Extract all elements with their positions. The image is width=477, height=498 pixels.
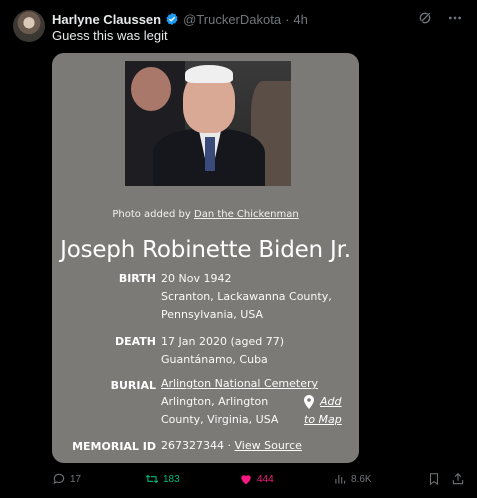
birth-label: BIRTH: [118, 272, 156, 285]
death-date: 17 Jan 2020 (aged 77): [161, 335, 284, 348]
memorial-id: 267327344: [161, 439, 224, 452]
memorial-full-name: Joseph Robinette Biden Jr.: [60, 237, 351, 263]
author-handle[interactable]: @TruckerDakota: [183, 12, 281, 27]
add-to-map-line2: to Map: [304, 413, 342, 426]
bookmark-icon: [429, 473, 439, 486]
memorial-separator: ·: [227, 439, 232, 452]
like-count: 444: [257, 473, 274, 485]
birth-place-line2: Pennsylvania, USA: [161, 308, 264, 321]
share-icon: [452, 473, 464, 485]
views-count: 8.6K: [351, 473, 372, 485]
bookmark-button[interactable]: [427, 472, 441, 486]
burial-place-line1: Arlington, Arlington: [161, 395, 269, 408]
tweet-text: Guess this was legit: [52, 28, 168, 43]
reply-count: 17: [70, 473, 82, 485]
memorial-photo: [125, 61, 291, 186]
author-name[interactable]: Harlyne Claussen: [52, 12, 161, 27]
like-button[interactable]: 444: [239, 472, 274, 486]
tweet-actions-bar: 17 183 444 8.6K: [52, 472, 467, 490]
reply-icon: [53, 473, 65, 485]
grok-icon[interactable]: [417, 10, 433, 26]
view-source-link: View Source: [234, 439, 302, 452]
repost-button[interactable]: 183: [145, 472, 180, 486]
reply-button[interactable]: 17: [52, 472, 81, 486]
photo-credit-prefix: Photo added by: [112, 209, 191, 220]
death-label: DEATH: [114, 335, 156, 348]
share-button[interactable]: [451, 472, 465, 486]
repost-count: 183: [163, 473, 180, 485]
findagrave-card-image[interactable]: Photo added by Dan the Chickenman Joseph…: [52, 53, 359, 463]
cemetery-link: Arlington National Cemetery: [161, 377, 319, 390]
heart-icon: [241, 475, 251, 485]
separator-dot: ·: [285, 11, 290, 27]
timestamp[interactable]: 4h: [293, 12, 307, 27]
memorial-id-label: MEMORIAL ID: [72, 440, 156, 453]
memorial-id-value: 267327344 · View Source: [161, 437, 302, 455]
burial-value: Arlington National Cemetery Arlington, A…: [161, 375, 318, 429]
verified-badge-icon: [166, 12, 178, 26]
map-pin-icon: [304, 395, 314, 409]
repost-icon: [145, 474, 159, 484]
death-place: Guantánamo, Cuba: [161, 353, 268, 366]
birth-value: 20 Nov 1942 Scranton, Lackawanna County,…: [161, 270, 332, 324]
tweet-top-actions: [417, 10, 463, 26]
tweet-header: Harlyne Claussen @TruckerDakota · 4h: [52, 10, 308, 28]
add-to-map-line1: Add: [320, 395, 342, 408]
birth-date: 20 Nov 1942: [161, 272, 232, 285]
burial-place-line2: County, Virginia, USA: [161, 413, 279, 426]
photo-credit-user-link: Dan the Chickenman: [194, 209, 299, 220]
more-options-icon[interactable]: [447, 10, 463, 26]
avatar[interactable]: [13, 10, 45, 42]
death-value: 17 Jan 2020 (aged 77) Guantánamo, Cuba: [161, 333, 284, 369]
photo-credit: Photo added by Dan the Chickenman: [52, 209, 359, 220]
burial-label: BURIAL: [110, 379, 156, 392]
birth-place-line1: Scranton, Lackawanna County,: [161, 290, 332, 303]
views-button[interactable]: 8.6K: [333, 472, 372, 486]
views-icon: [335, 474, 346, 484]
